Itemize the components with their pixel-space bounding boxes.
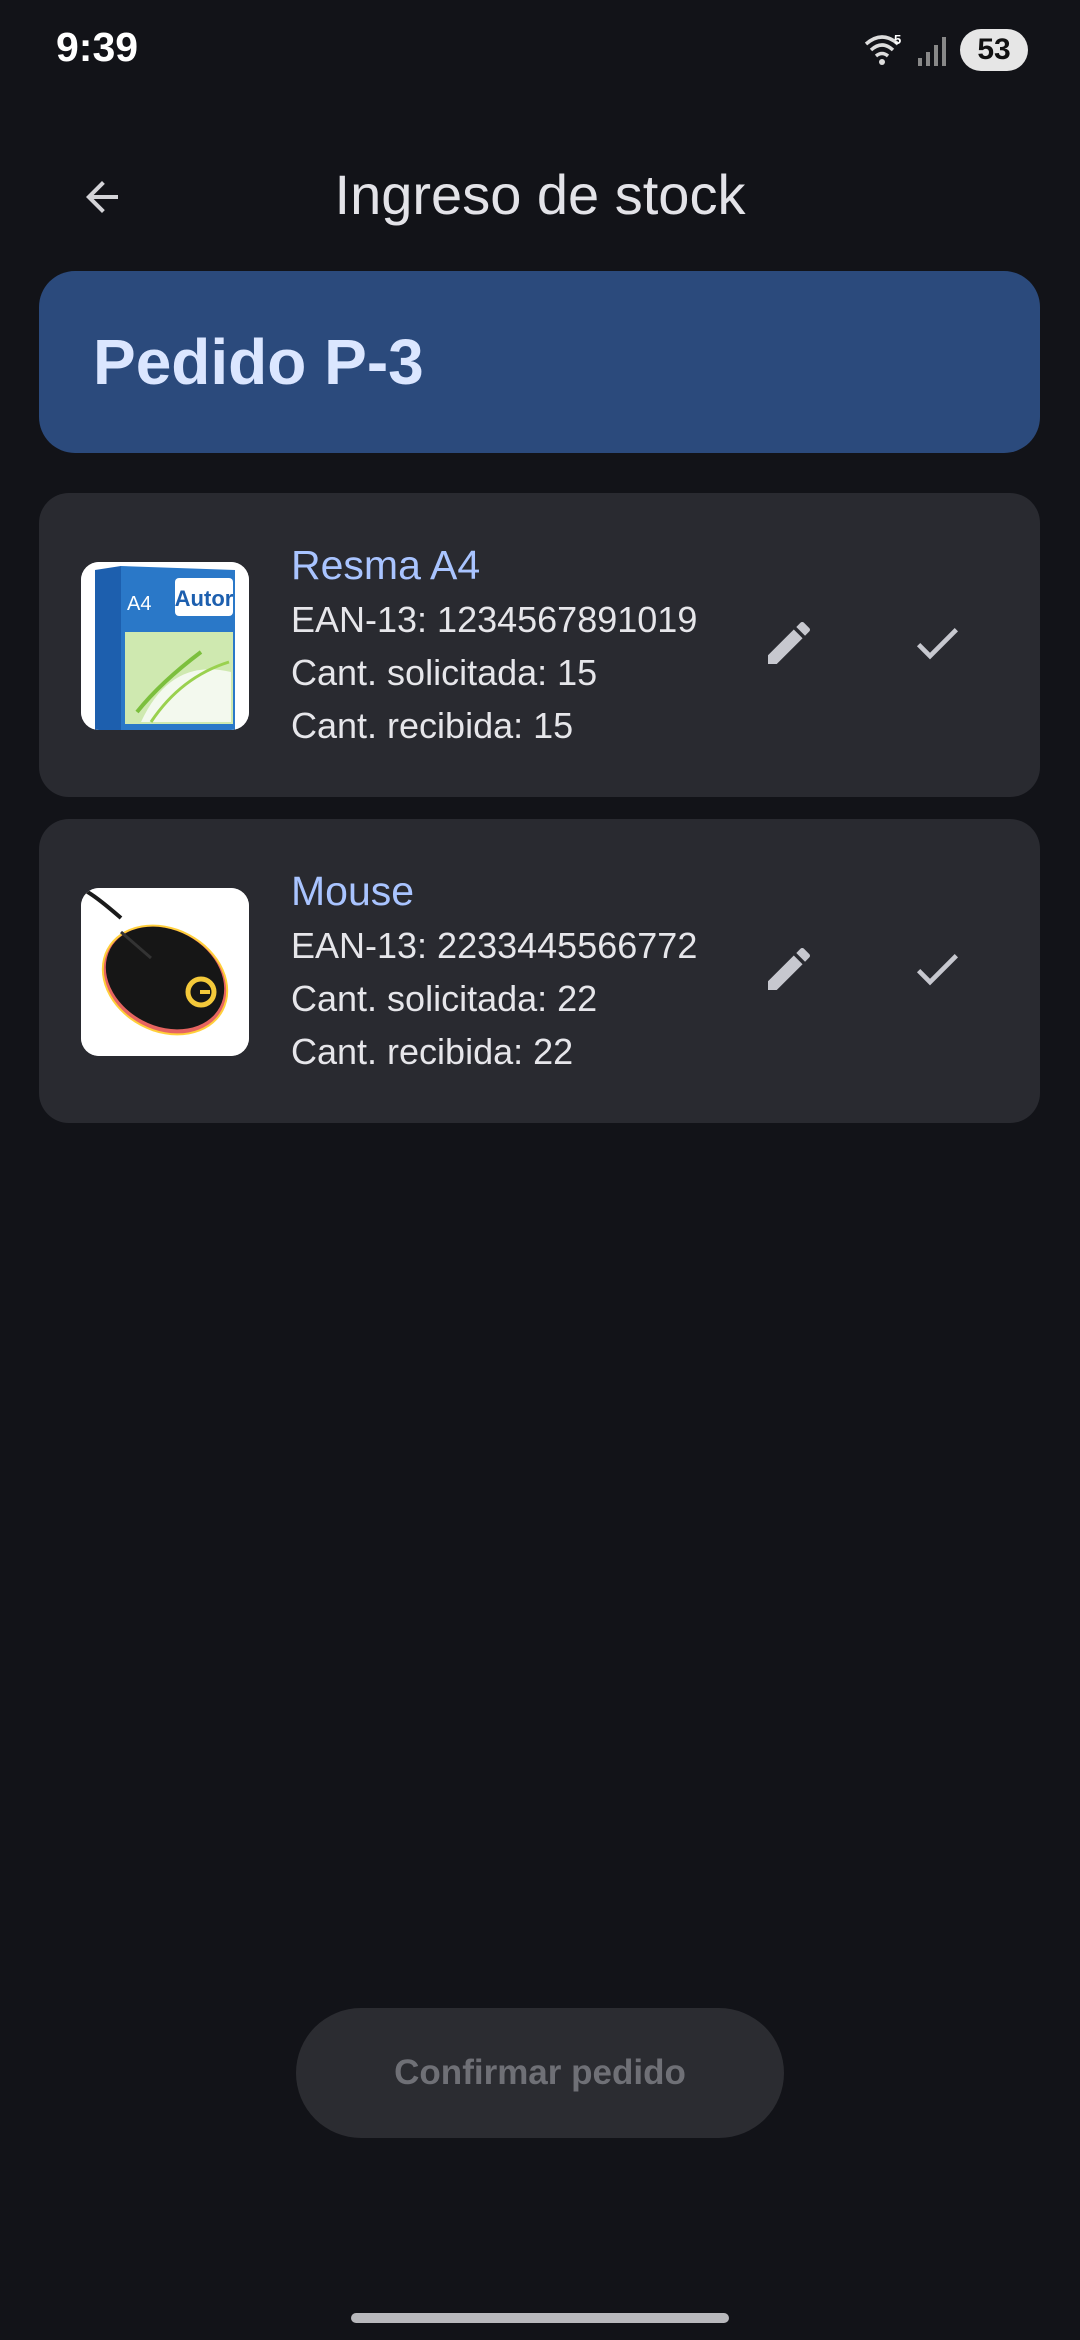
battery-indicator: 53: [960, 29, 1028, 71]
order-item-card: Autor A4 Resma A4 EAN-13: 1234567891019 …: [39, 493, 1040, 797]
pencil-icon: [761, 941, 817, 1002]
check-icon: [909, 615, 965, 676]
product-thumbnail: [81, 888, 249, 1056]
confirm-item-button[interactable]: [897, 605, 977, 685]
item-info: Resma A4 EAN-13: 1234567891019 Cant. sol…: [291, 539, 697, 752]
item-ean: EAN-13: 1234567891019: [291, 599, 698, 640]
status-icons: 5 53: [864, 28, 1028, 72]
edit-item-button[interactable]: [749, 931, 829, 1011]
order-title: Pedido P-3: [93, 326, 424, 398]
page-title: Ingreso de stock: [334, 163, 746, 226]
item-name: Resma A4: [291, 542, 481, 588]
item-info: Mouse EAN-13: 2233445566772 Cant. solici…: [291, 865, 697, 1078]
item-name: Mouse: [291, 868, 415, 914]
item-received-qty: Cant. recibida: 15: [291, 705, 574, 746]
item-requested-qty: Cant. solicitada: 22: [291, 978, 598, 1019]
order-item-card: Mouse EAN-13: 2233445566772 Cant. solici…: [39, 819, 1040, 1123]
status-bar: 9:39 5 53: [0, 0, 1080, 100]
screen: 9:39 5 53 Ingreso de stock Pedido P-3 Au…: [0, 0, 1080, 2340]
status-time: 9:39: [56, 24, 139, 70]
wifi-icon: 5: [864, 32, 904, 68]
thumb-size-text: A4: [127, 593, 151, 615]
wifi-badge: 5: [894, 32, 901, 47]
app-bar: Ingreso de stock: [0, 150, 1080, 244]
item-ean: EAN-13: 2233445566772: [291, 925, 698, 966]
item-requested-qty: Cant. solicitada: 15: [291, 652, 598, 693]
check-icon: [909, 941, 965, 1002]
thumb-brand-text: Autor: [175, 586, 234, 611]
signal-icon: [916, 32, 948, 68]
item-received-qty: Cant. recibida: 22: [291, 1031, 574, 1072]
pencil-icon: [761, 615, 817, 676]
confirm-order-button[interactable]: Confirmar pedido: [296, 2008, 784, 2138]
confirm-item-button[interactable]: [897, 931, 977, 1011]
product-thumbnail: Autor A4: [81, 562, 249, 730]
gesture-bar[interactable]: [351, 2313, 729, 2323]
edit-item-button[interactable]: [749, 605, 829, 685]
order-header: Pedido P-3: [39, 271, 1040, 453]
